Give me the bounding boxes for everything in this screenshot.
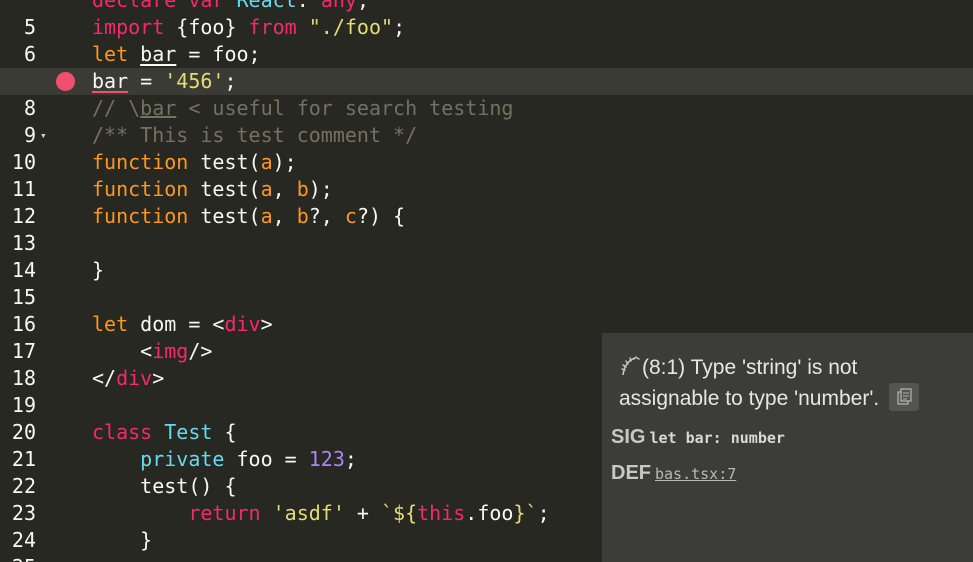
copy-button[interactable] [889, 383, 920, 411]
code-text: private foo = 123; [140, 447, 357, 471]
code-line[interactable]: 9 // \bar < useful for search testing [0, 95, 973, 147]
code-line[interactable]: 15 } [0, 257, 973, 309]
error-circle-icon[interactable] [56, 72, 75, 141]
code-text: } [92, 258, 105, 282]
code-line[interactable]: 12 function test(a, b); [0, 176, 973, 228]
code-line[interactable]: 7 let bar = foo; [0, 41, 973, 93]
sig-value: let bar: number [649, 429, 785, 447]
code-line[interactable]: 14 [0, 230, 973, 282]
definition-row: DEF bas.tsx:7 [611, 460, 736, 487]
definition-link[interactable]: bas.tsx:7 [655, 465, 736, 483]
code-comment: // \bar < useful for search testing [92, 96, 514, 120]
tooltip-message: (8:1) Type 'string' is not assignable to… [619, 353, 949, 414]
code-text: test() { [92, 474, 237, 498]
sig-label: SIG [611, 426, 646, 448]
code-editor[interactable]: 5 declare var React: any; 6 import {foo}… [0, 0, 973, 562]
code-comment: /** This is test comment */ [92, 123, 418, 147]
code-line-active[interactable]: 8 bar = '456'; [0, 68, 973, 141]
fold-arrow-icon[interactable]: ▾ [40, 122, 47, 149]
code-line[interactable]: 13 function test(a, b?, c?) { [0, 203, 973, 255]
copy-icon [897, 388, 912, 405]
code-line[interactable]: 6 import {foo} from "./foo"; [0, 14, 973, 66]
error-tooltip[interactable]: (8:1) Type 'string' is not assignable to… [602, 333, 973, 562]
code-text: function test(a, b); [92, 177, 333, 201]
tooltip-message-text: (8:1) Type 'string' is not assignable to… [619, 356, 880, 410]
code-text: <img/> [92, 339, 213, 363]
code-text: declare var React: any; [92, 0, 369, 12]
code-text: import {foo} from "./foo"; [92, 15, 406, 39]
code-line[interactable]: 5 declare var React: any; [0, 0, 973, 39]
code-text: return 'asdf' + `${this.foo}`; [188, 501, 550, 525]
code-text: function test(a); [92, 150, 297, 174]
code-text: function test(a, b?, c?) { [92, 204, 406, 228]
code-text: </div> [92, 366, 165, 390]
signature-row: SIG let bar: number [611, 424, 785, 451]
code-line[interactable]: 16 [0, 284, 973, 336]
code-line[interactable]: 10 ▾ /** This is test comment */ [0, 122, 973, 174]
code-text: let bar = foo; [92, 42, 261, 66]
line-number: 25 [0, 554, 36, 562]
typescript-squiggle-icon [619, 355, 641, 377]
code-text: } [92, 528, 153, 552]
def-label: DEF [611, 462, 651, 484]
code-line[interactable]: 11 function test(a); [0, 149, 973, 201]
code-text: class Test { [92, 420, 237, 444]
code-text: let dom = <div> [92, 312, 273, 336]
code-text: bar = '456'; [92, 69, 237, 93]
